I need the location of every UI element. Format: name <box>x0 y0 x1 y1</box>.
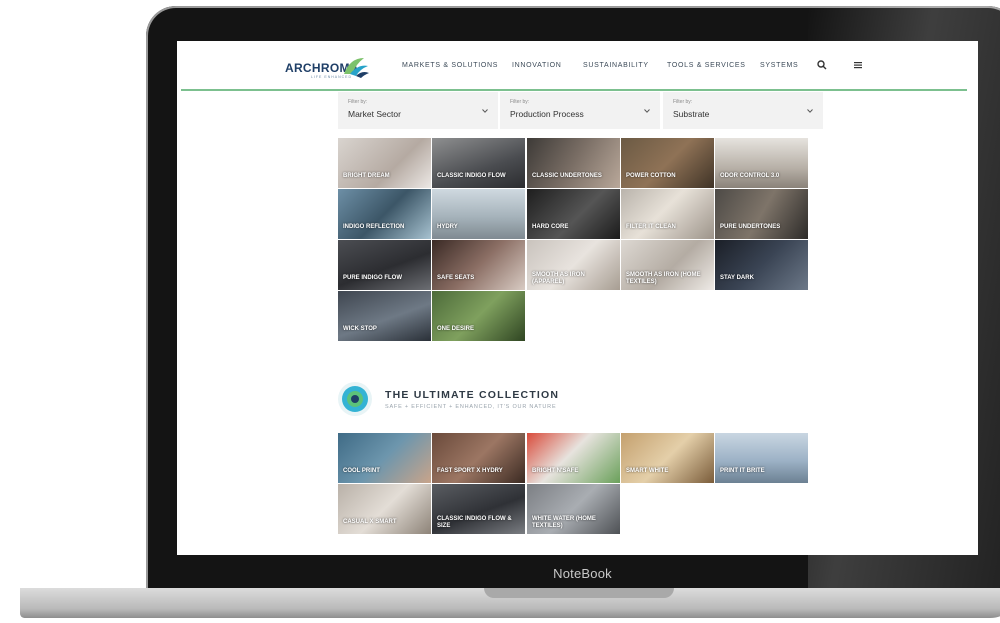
tile-white-water-home-textiles[interactable]: WHITE WATER (HOME TEXTILES) <box>527 484 620 534</box>
filter-value: Production Process <box>510 109 584 119</box>
chevron-down-icon <box>807 109 813 113</box>
nav-systems[interactable]: SYSTEMS <box>760 62 798 69</box>
tile-hydry[interactable]: HYDRY <box>432 189 525 239</box>
tile-one-desire[interactable]: ONE DESIRE <box>432 291 525 341</box>
filter-market-sector[interactable]: Filter by: Market Sector <box>338 92 498 129</box>
tile-odor-control-3-0[interactable]: ODOR CONTROL 3.0 <box>715 138 808 188</box>
filter-value: Substrate <box>673 109 710 119</box>
collection-badge-icon <box>338 382 372 416</box>
tile-safe-seats[interactable]: SAFE SEATS <box>432 240 525 290</box>
logo-leaf-icon <box>344 58 369 78</box>
nav-sustainability[interactable]: SUSTAINABILITY <box>583 62 649 69</box>
tile-cool-print[interactable]: COOL PRINT <box>338 433 431 483</box>
chevron-down-icon <box>644 109 650 113</box>
filter-value: Market Sector <box>348 109 401 119</box>
tile-smooth-as-iron-apparel[interactable]: SMOOTH AS IRON (APPAREL) <box>527 240 620 290</box>
nav-tools-services[interactable]: TOOLS & SERVICES <box>667 62 746 69</box>
tile-hard-core[interactable]: HARD CORE <box>527 189 620 239</box>
tile-classic-undertones[interactable]: CLASSIC UNDERTONES <box>527 138 620 188</box>
search-icon[interactable] <box>817 60 827 70</box>
tile-stay-dark[interactable]: STAY DARK <box>715 240 808 290</box>
device-brand-label: NoteBook <box>553 566 612 581</box>
collection-title: THE ULTIMATE COLLECTION <box>385 389 560 401</box>
chevron-down-icon <box>482 109 488 113</box>
nav-innovation[interactable]: INNOVATION <box>512 62 562 69</box>
filter-production-process[interactable]: Filter by: Production Process <box>500 92 660 129</box>
collection-subtitle: SAFE + EFFICIENT + ENHANCED, IT'S OUR NA… <box>385 404 557 410</box>
tile-pure-undertones[interactable]: PURE UNDERTONES <box>715 189 808 239</box>
hamburger-menu-icon[interactable] <box>853 60 863 70</box>
filter-label: Filter by: <box>510 99 530 105</box>
tile-wick-stop[interactable]: WICK STOP <box>338 291 431 341</box>
filter-substrate[interactable]: Filter by: Substrate <box>663 92 823 129</box>
tile-indigo-reflection[interactable]: INDIGO REFLECTION <box>338 189 431 239</box>
nav-divider <box>181 89 967 91</box>
tile-fast-sport-x-hydry[interactable]: FAST SPORT X HYDRY <box>432 433 525 483</box>
tile-casual-x-smart[interactable]: CASUAL X SMART <box>338 484 431 534</box>
tile-classic-indigo-flow[interactable]: CLASSIC INDIGO FLOW <box>432 138 525 188</box>
browser-viewport: ARCHROMA LIFE ENHANCED MARKETS & SOLUTIO… <box>177 41 978 555</box>
tile-smart-white[interactable]: SMART WHITE <box>621 433 714 483</box>
filter-label: Filter by: <box>348 99 368 105</box>
tile-pure-indigo-flow[interactable]: PURE INDIGO FLOW <box>338 240 431 290</box>
nav-markets-solutions[interactable]: MARKETS & SOLUTIONS <box>402 62 498 69</box>
filter-label: Filter by: <box>673 99 693 105</box>
top-navigation: ARCHROMA LIFE ENHANCED MARKETS & SOLUTIO… <box>177 41 978 89</box>
tile-smooth-as-iron-home-textiles[interactable]: SMOOTH AS IRON (HOME TEXTILES) <box>621 240 714 290</box>
tile-bright-dream[interactable]: BRIGHT DREAM <box>338 138 431 188</box>
tile-power-cotton[interactable]: POWER COTTON <box>621 138 714 188</box>
laptop-notch <box>484 588 674 598</box>
tile-classic-indigo-flow-and-size[interactable]: CLASSIC INDIGO FLOW & SIZE <box>432 484 525 534</box>
tile-bright-n-safe[interactable]: BRIGHT N'SAFE <box>527 433 620 483</box>
tile-print-it-brite[interactable]: PRINT IT BRITE <box>715 433 808 483</box>
tile-filter-it-clean[interactable]: FILTER IT CLEAN <box>621 189 714 239</box>
